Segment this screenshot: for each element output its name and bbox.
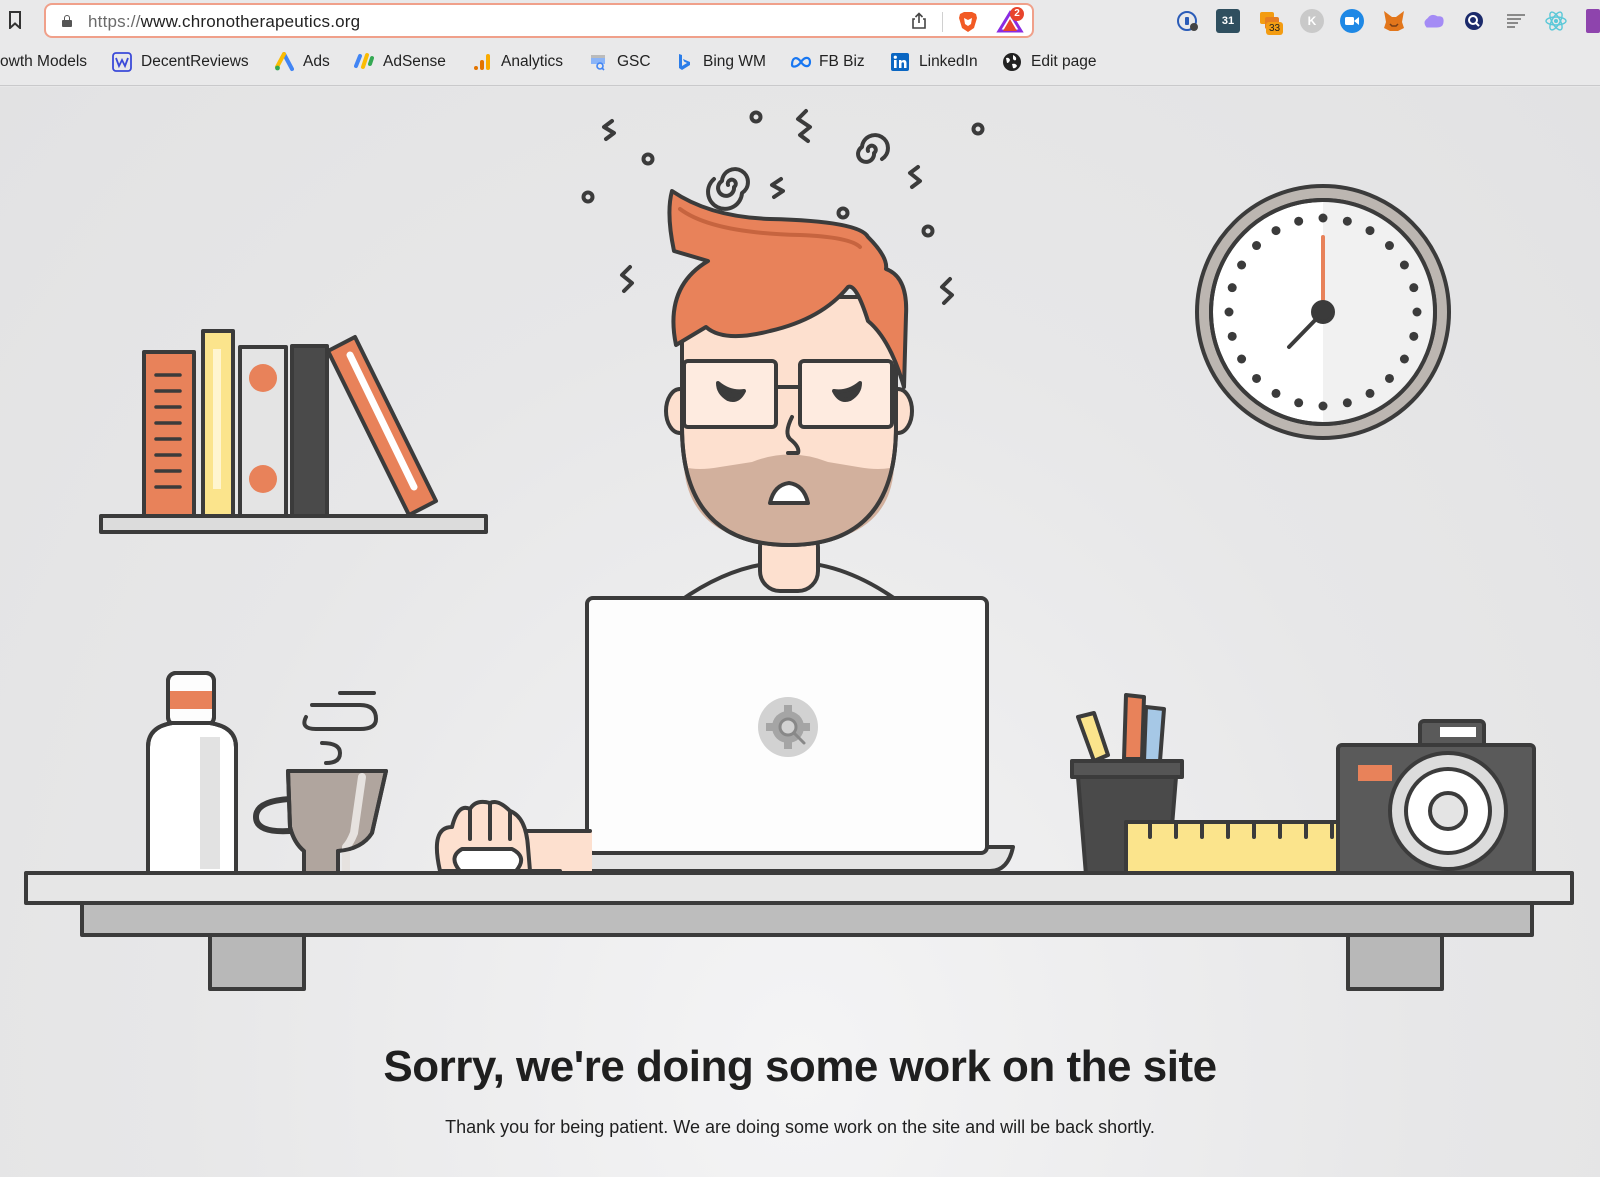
calendar-extension-label: 31 [1221,15,1235,27]
analytics-icon [472,52,492,72]
water-bottle [146,671,238,875]
k-extension-icon[interactable]: K [1300,9,1324,33]
bookmark-label: Ads [303,53,330,70]
bookmark-label: FB Biz [819,53,865,70]
clock-tick [1252,241,1262,251]
bookmark-label: AdSense [383,53,446,70]
bookmark-decentreviews[interactable]: DecentReviews [112,48,249,76]
clock-tick [1384,373,1394,383]
rewards-badge: 2 [1010,7,1024,21]
bookmark-adsense[interactable]: AdSense [354,48,446,76]
clock-tick [1409,283,1419,293]
url-scheme: https:// [88,12,141,31]
laptop [555,596,1015,873]
bing-icon [674,52,694,72]
google-ads-icon [274,52,294,72]
clock-tick [1227,283,1237,293]
clock-tick [1318,213,1328,223]
coffee-cup [253,691,388,877]
spiral-left [706,167,750,211]
bookmark-fb-biz[interactable]: FB Biz [790,48,865,76]
clock-tick [1227,331,1237,341]
bookmark-bing-wm[interactable]: Bing WM [674,48,766,76]
clock-tick [1342,398,1352,408]
k-extension-label: K [1307,14,1317,28]
clock-tick [1252,373,1262,383]
clock-tick [1237,354,1247,364]
browser-toolbar: https://www.chronotherapeutics.org 2 31 … [0,0,1600,86]
bookmark-gsc[interactable]: GSC [588,48,651,76]
extension-badge: 33 [1266,22,1284,35]
bookmark-label: owth Models [0,53,88,70]
frustrated-developer [664,189,914,603]
clock-tick [1237,260,1247,270]
url-divider [942,12,943,32]
metamask-fox-icon[interactable] [1382,9,1406,33]
clock-tick [1399,354,1409,364]
password-manager-icon[interactable] [1176,9,1200,33]
bookmark-edit-page[interactable]: Edit page [1002,48,1097,76]
clock-tick [1409,331,1419,341]
bookmark-label: GSC [617,53,651,70]
bookmark-label: DecentReviews [141,53,249,70]
spiral-right [856,133,890,164]
url-text[interactable]: https://www.chronotherapeutics.org [88,12,360,32]
maintenance-illustration [24,109,1574,991]
desk [24,871,1574,991]
maintenance-page: Sorry, we're doing some work on the site… [0,87,1600,1177]
clock-tick [1384,241,1394,251]
clock-tick [1365,226,1375,236]
lines-extension-icon[interactable] [1504,9,1528,33]
clock-tick [1294,216,1304,226]
search-console-icon [588,52,608,72]
clock-tick [1399,260,1409,270]
w-logo-icon [112,52,132,72]
adsense-icon [354,52,374,72]
bookmark-analytics[interactable]: Analytics [472,48,563,76]
bookshelf [99,329,488,534]
bookmark-label: Bing WM [703,53,766,70]
bookmarks-bar: owth Models DecentReviews Ads AdSense An… [0,48,1600,76]
partial-extension-icon[interactable] [1586,9,1600,33]
calendar-extension-icon[interactable]: 31 [1216,9,1240,33]
linkedin-icon [890,52,910,72]
camera [1336,719,1536,877]
clock-tick [1412,307,1422,317]
bookmark-label: Analytics [501,53,564,70]
clock-tick [1271,226,1281,236]
brave-shields-icon[interactable] [956,10,980,34]
page-subtitle: Thank you for being patient. We are doin… [445,1117,1155,1137]
address-bar[interactable]: https://www.chronotherapeutics.org 2 [44,3,1034,38]
search-extension-icon[interactable] [1462,9,1486,33]
hand-on-mouse [435,799,592,873]
video-extension-icon[interactable] [1340,9,1364,33]
clock-tick [1318,401,1328,411]
clock-tick [1342,216,1352,226]
clock-tick [1294,398,1304,408]
globe-icon [1002,52,1022,72]
react-atom-icon[interactable] [1544,9,1568,33]
bookmark-icon[interactable] [6,11,24,31]
meta-icon [790,52,812,72]
clock-tick [1224,307,1234,317]
share-icon[interactable] [910,12,928,30]
bookmark-label: Edit page [1031,53,1097,70]
clock-tick [1365,388,1375,398]
bookmark-growth-models[interactable]: owth Models [0,48,87,76]
cloud-extension-icon[interactable] [1422,9,1446,33]
wall-clock [1195,184,1451,440]
page-title: Sorry, we're doing some work on the site [383,1042,1217,1091]
bookmark-ads[interactable]: Ads [274,48,330,76]
bookmark-label: LinkedIn [919,53,978,70]
lock-icon[interactable] [62,15,72,27]
clock-tick [1271,388,1281,398]
bookmark-linkedin[interactable]: LinkedIn [890,48,978,76]
url-host: www.chronotherapeutics.org [140,12,361,31]
